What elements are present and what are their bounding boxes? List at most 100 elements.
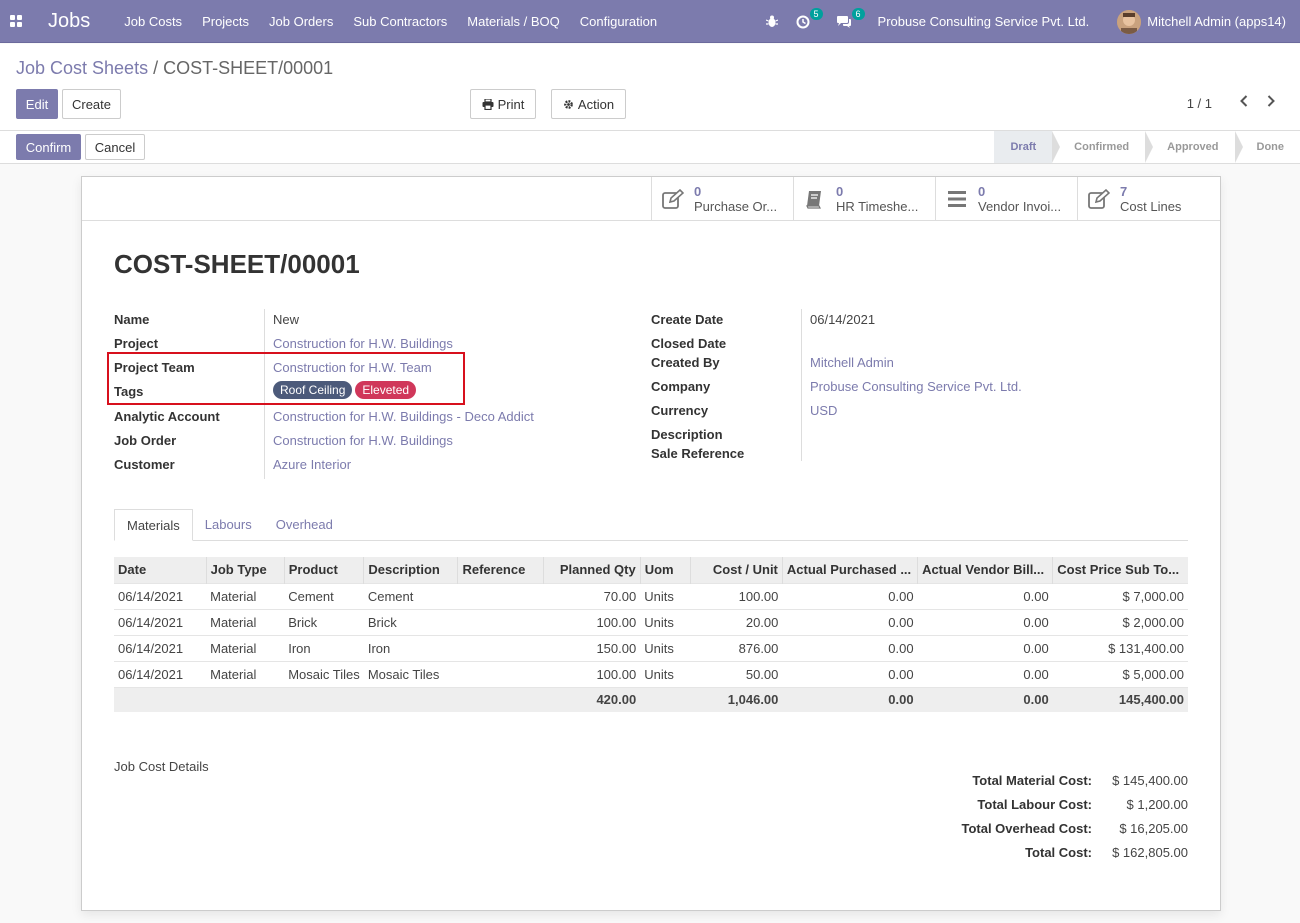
pager-value[interactable]: 1 / 1 — [1187, 96, 1212, 111]
column-header-description[interactable]: Description — [363, 557, 458, 583]
cell-cost-subtotal: $ 7,000.00 — [1052, 582, 1188, 609]
column-header-cost-price-subtotal[interactable]: Cost Price Sub To... — [1052, 557, 1188, 583]
column-header-actual-purchased[interactable]: Actual Purchased ... — [781, 557, 918, 583]
column-header-actual-vendor-bill[interactable]: Actual Vendor Bill... — [917, 557, 1053, 583]
hr-timesheets-label: HR Timeshe... — [836, 199, 919, 214]
cell-cost-subtotal: $ 5,000.00 — [1052, 660, 1188, 687]
navbar-systray: 5 6 Probuse Consulting Service Pvt. Ltd.… — [765, 0, 1286, 43]
cell-uom: Units — [640, 660, 691, 687]
menu-item-configuration[interactable]: Configuration — [580, 14, 657, 29]
column-header-cost-unit[interactable]: Cost / Unit — [689, 557, 783, 583]
menu-item-projects[interactable]: Projects — [202, 14, 249, 29]
cell-date: 06/14/2021 — [114, 608, 207, 635]
stage-draft[interactable]: Draft — [994, 131, 1060, 163]
cell-product: Iron — [284, 634, 364, 661]
print-button[interactable]: Print — [470, 89, 536, 119]
user-menu[interactable]: Mitchell Admin (apps14) — [1147, 14, 1286, 29]
cell-actual-purchased: 0.00 — [782, 582, 918, 609]
column-header-product[interactable]: Product — [283, 557, 364, 583]
cell-product: Brick — [284, 608, 364, 635]
field-label-project: Project — [114, 336, 159, 351]
edit-button[interactable]: Edit — [16, 89, 58, 119]
confirm-button[interactable]: Confirm — [16, 134, 81, 160]
job-cost-details-label: Job Cost Details — [114, 759, 209, 774]
cell-cost-unit: 876.00 — [690, 634, 783, 661]
apps-menu-icon[interactable] — [0, 0, 32, 43]
app-brand[interactable]: Jobs — [48, 10, 90, 33]
notebook-tabs: Materials Labours Overhead — [114, 509, 1188, 541]
messages-count-badge: 6 — [851, 7, 865, 20]
cell-planned-qty: 100.00 — [543, 660, 641, 687]
field-value-job-order[interactable]: Construction for H.W. Buildings — [273, 433, 453, 448]
field-value-company[interactable]: Probuse Consulting Service Pvt. Ltd. — [810, 379, 1022, 394]
tab-labours[interactable]: Labours — [193, 509, 264, 541]
field-value-analytic-account[interactable]: Construction for H.W. Buildings - Deco A… — [273, 409, 534, 424]
column-header-job-type[interactable]: Job Type — [205, 557, 285, 583]
total-cell — [284, 686, 364, 712]
cell-actual-vendor-bill: 0.00 — [917, 634, 1053, 661]
pager-next-icon[interactable] — [1267, 94, 1275, 112]
printer-icon — [482, 98, 494, 110]
total-cell — [640, 686, 691, 712]
cell-actual-purchased: 0.00 — [782, 634, 918, 661]
column-header-planned-qty[interactable]: Planned Qty — [542, 557, 641, 583]
menu-item-materials-boq[interactable]: Materials / BOQ — [467, 14, 559, 29]
menu-item-sub-contractors[interactable]: Sub Contractors — [353, 14, 447, 29]
tab-materials[interactable]: Materials — [114, 509, 193, 541]
cell-cost-subtotal: $ 131,400.00 — [1052, 634, 1188, 661]
stage-approved[interactable]: Approved — [1145, 131, 1243, 163]
status-bar: Confirm Cancel Draft Confirmed Approved … — [0, 130, 1300, 164]
debug-bug-icon[interactable] — [765, 15, 778, 28]
table-row[interactable]: 06/14/2021 Material Iron Iron 150.00 Uni… — [114, 634, 1188, 661]
action-button[interactable]: Action — [551, 89, 626, 119]
column-header-reference[interactable]: Reference — [457, 557, 544, 583]
cell-reference — [457, 660, 544, 687]
cancel-button[interactable]: Cancel — [85, 134, 145, 160]
record-title: COST-SHEET/00001 — [114, 249, 360, 279]
column-header-date[interactable]: Date — [114, 557, 207, 583]
activity-clock-icon[interactable]: 5 — [796, 7, 823, 29]
total-actual-purchased: 0.00 — [782, 686, 918, 712]
messages-chat-icon[interactable]: 6 — [836, 7, 865, 29]
field-label-company: Company — [651, 379, 711, 394]
column-header-uom[interactable]: Uom — [639, 557, 691, 583]
field-value-currency[interactable]: USD — [810, 403, 837, 418]
stage-done[interactable]: Done — [1235, 131, 1300, 163]
create-button[interactable]: Create — [62, 89, 121, 119]
smart-button-hr-timesheets[interactable]: 0 HR Timeshe... — [793, 177, 935, 221]
smart-button-purchase-orders[interactable]: 0 Purchase Or... — [651, 177, 793, 221]
field-label-create-date: Create Date — [651, 312, 724, 327]
menu-item-job-costs[interactable]: Job Costs — [124, 14, 182, 29]
menu-item-job-orders[interactable]: Job Orders — [269, 14, 333, 29]
table-row[interactable]: 06/14/2021 Material Brick Brick 100.00 U… — [114, 608, 1188, 635]
company-switcher[interactable]: Probuse Consulting Service Pvt. Ltd. — [878, 14, 1090, 29]
smart-button-cost-lines[interactable]: 7 Cost Lines — [1077, 177, 1219, 221]
cell-date: 06/14/2021 — [114, 634, 207, 661]
stage-confirmed[interactable]: Confirmed — [1052, 131, 1154, 163]
field-label-description: Description — [651, 427, 723, 442]
cell-actual-purchased: 0.00 — [782, 608, 918, 635]
cell-description: Iron — [363, 634, 458, 661]
breadcrumb-parent-link[interactable]: Job Cost Sheets — [16, 58, 148, 78]
smart-button-box: 0 Purchase Or... 0 HR Timeshe... 0 Vendor I… — [82, 177, 1220, 221]
cell-actual-vendor-bill: 0.00 — [917, 582, 1053, 609]
vendor-invoices-label: Vendor Invoi... — [978, 199, 1062, 214]
field-value-name: New — [273, 312, 300, 327]
field-label-customer: Customer — [114, 457, 175, 472]
table-row[interactable]: 06/14/2021 Material Cement Cement 70.00 … — [114, 582, 1188, 609]
cell-cost-unit: 50.00 — [690, 660, 783, 687]
user-avatar[interactable] — [1117, 9, 1142, 34]
field-label-job-order: Job Order — [114, 433, 177, 448]
smart-button-vendor-invoices[interactable]: 0 Vendor Invoi... — [935, 177, 1077, 221]
field-value-created-by[interactable]: Mitchell Admin — [810, 355, 894, 370]
pager-previous-icon[interactable] — [1240, 94, 1248, 112]
field-value-project[interactable]: Construction for H.W. Buildings — [273, 336, 453, 351]
tab-overhead[interactable]: Overhead — [264, 509, 345, 541]
total-cell — [206, 686, 285, 712]
table-row[interactable]: 06/14/2021 Material Mosaic Tiles Mosaic … — [114, 660, 1188, 687]
cell-planned-qty: 100.00 — [543, 608, 641, 635]
field-value-customer[interactable]: Azure Interior — [273, 457, 351, 472]
form-sheet: 0 Purchase Or... 0 HR Timeshe... 0 Vendor I… — [81, 176, 1221, 911]
cell-uom: Units — [640, 608, 691, 635]
field-label-sale-reference: Sale Reference — [651, 446, 745, 461]
